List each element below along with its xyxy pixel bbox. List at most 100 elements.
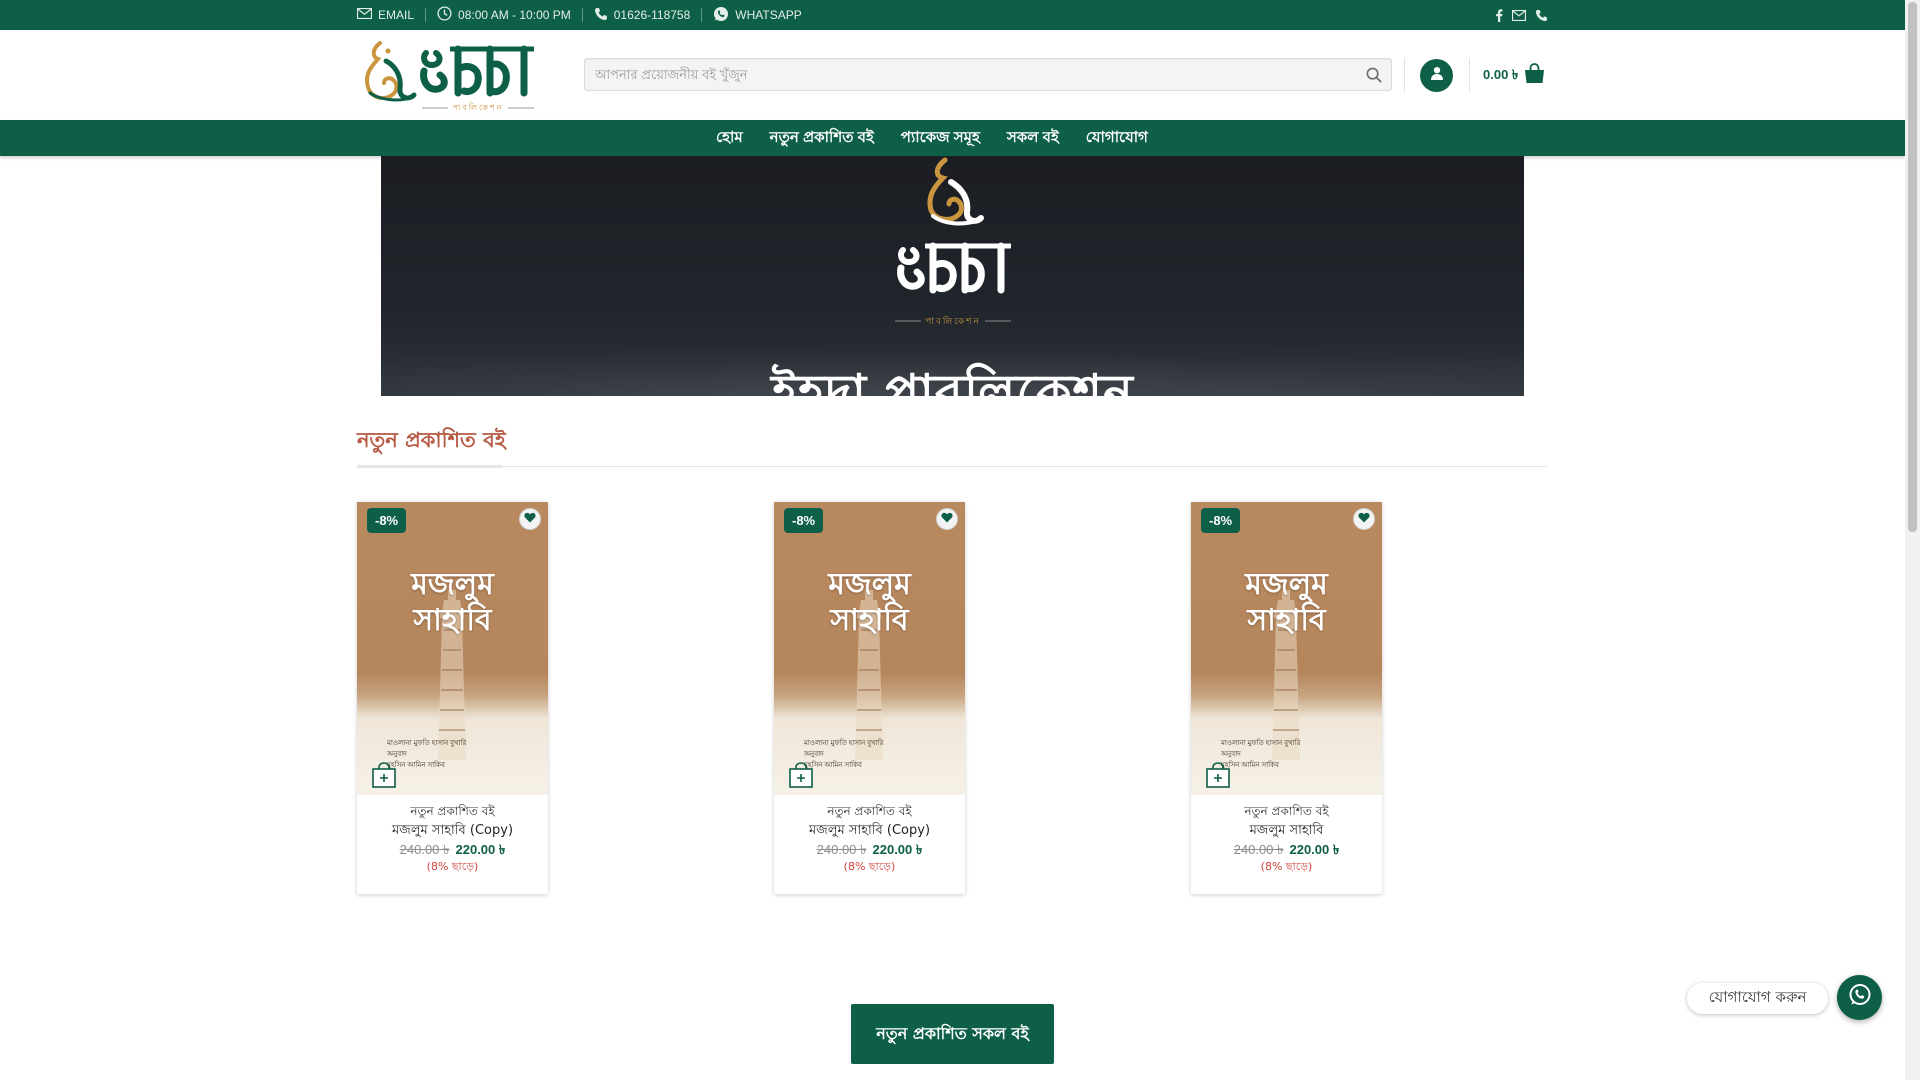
product-name[interactable]: মজলুম সাহাবি (Copy) xyxy=(357,820,548,841)
product-price: 240.00 ৳ 220.00 ৳ xyxy=(357,842,548,858)
shopping-bag-icon xyxy=(1524,63,1545,89)
product-image[interactable]: মজলুম সাহাবি মাওলানা মুফতি হাসান বুখারি … xyxy=(357,502,548,795)
product-image[interactable]: মজলুম সাহাবি মাওলানা মুফতি হাসান বুখারি … xyxy=(774,502,965,795)
whatsapp-icon xyxy=(713,6,729,25)
hero-title: ইহদা পাবলিকেশন xyxy=(771,364,1134,396)
nav-menu: হোম নতুন প্রকাশিত বই প্যাকেজ সমূহ সকল বই… xyxy=(716,120,1148,156)
cover-translator: মুহসিন আমিন সাকিব xyxy=(387,762,445,769)
cover-title-line: মজলুম xyxy=(828,567,911,602)
sale-price: 220.00 ৳ xyxy=(1289,842,1340,857)
divider xyxy=(701,8,703,22)
whatsapp-chat-label[interactable]: যোগাযোগ করুন xyxy=(1687,983,1828,1014)
nav-item-home[interactable]: হোম xyxy=(716,126,743,151)
cover-title-line: সাহাবি xyxy=(830,603,909,638)
sale-price: 220.00 ৳ xyxy=(455,842,506,857)
site-header: পাবলিকেশন 0.00 ৳ xyxy=(0,30,1905,120)
envelope-icon xyxy=(356,7,373,22)
add-to-cart-bag-icon xyxy=(372,762,396,792)
add-to-cart-button[interactable] xyxy=(1206,762,1230,788)
product-category[interactable]: নতুন প্রকাশিত বই xyxy=(1191,802,1382,820)
nav-item-contact[interactable]: যোগাযোগ xyxy=(1086,126,1148,151)
cover-title-line: সাহাবি xyxy=(413,603,492,638)
top-bar-contact: EMAIL 08:00 AM - 10:00 PM 01626-118758 W… xyxy=(356,0,802,30)
user-icon xyxy=(1430,66,1444,85)
product-price: 240.00 ৳ 220.00 ৳ xyxy=(774,842,965,858)
cover-translator: মুহসিন আমিন সাকিব xyxy=(804,762,862,769)
cover-author: মাওলানা মুফতি হাসান বুখারি xyxy=(387,740,467,747)
cover-translator: মুহসিন আমিন সাকিব xyxy=(1221,762,1279,769)
account-button[interactable] xyxy=(1420,59,1453,92)
section-divider xyxy=(357,466,1547,467)
product-image[interactable]: মজলুম সাহাবি মাওলানা মুফতি হাসান বুখারি … xyxy=(1191,502,1382,795)
cover-title: মজলুম সাহাবি xyxy=(774,567,965,639)
wishlist-button[interactable] xyxy=(1353,508,1375,530)
heart-icon xyxy=(941,510,953,528)
nav-item-packages[interactable]: প্যাকেজ সমূহ xyxy=(901,126,980,151)
sale-price: 220.00 ৳ xyxy=(872,842,923,857)
cover-title: মজলুম সাহাবি xyxy=(1191,567,1382,639)
divider xyxy=(1469,58,1470,92)
cart-total: 0.00 ৳ xyxy=(1483,66,1519,82)
product-card: মজলুম সাহাবি মাওলানা মুফতি হাসান বুখারি … xyxy=(774,502,965,894)
hours-link[interactable]: 08:00 AM - 10:00 PM xyxy=(437,6,571,24)
cover-credits: মাওলানা মুফতি হাসান বুখারি অনুবাদ মুহসিন… xyxy=(1221,738,1301,771)
old-price: 240.00 ৳ xyxy=(399,842,450,857)
product-name[interactable]: মজলুম সাহাবি xyxy=(1191,820,1382,841)
nav-item-all-books[interactable]: সকল বই xyxy=(1007,126,1059,151)
discount-note: (8% ছাড়ে) xyxy=(426,860,479,873)
facebook-icon[interactable] xyxy=(1495,8,1503,22)
product-name[interactable]: মজলুম সাহাবি (Copy) xyxy=(774,820,965,841)
old-price: 240.00 ৳ xyxy=(816,842,867,857)
search-box xyxy=(584,58,1392,91)
hero-logo-subtitle: পাবলিকেশন xyxy=(925,317,981,327)
cover-title-line: মজলুম xyxy=(1245,567,1328,602)
whatsapp-chat-button[interactable] xyxy=(1837,975,1882,1020)
discount-note: (8% ছাড়ে) xyxy=(843,860,896,873)
cover-translator-label: অনুবাদ xyxy=(804,751,824,758)
divider xyxy=(1404,58,1405,92)
product-category[interactable]: নতুন প্রকাশিত বই xyxy=(357,802,548,820)
discount-badge: -8% xyxy=(367,508,407,533)
product-card: মজলুম সাহাবি মাওলানা মুফতি হাসান বুখারি … xyxy=(1191,502,1382,894)
product-category[interactable]: নতুন প্রকাশিত বই xyxy=(774,802,965,820)
hours-label: 08:00 AM - 10:00 PM xyxy=(458,8,571,22)
discount-badge: -8% xyxy=(1201,508,1241,533)
page-scrollbar[interactable] xyxy=(1905,0,1920,1080)
wishlist-button[interactable] xyxy=(936,508,958,530)
site-logo-graphic xyxy=(365,41,534,109)
phone-link[interactable]: 01626-118758 xyxy=(594,7,690,24)
section-divider-accent xyxy=(357,465,502,468)
product-price: 240.00 ৳ 220.00 ৳ xyxy=(1191,842,1382,858)
discount-note: (8% ছাড়ে) xyxy=(1260,860,1313,873)
divider xyxy=(425,8,427,22)
scrollbar-thumb[interactable] xyxy=(1908,2,1917,532)
email-link[interactable]: EMAIL xyxy=(356,7,414,22)
site-logo[interactable]: পাবলিকেশন xyxy=(358,35,538,117)
cover-author: মাওলানা মুফতি হাসান বুখারি xyxy=(804,740,884,747)
logo-subtitle: পাবলিকেশন xyxy=(452,103,504,112)
search-icon[interactable] xyxy=(1366,67,1382,88)
search-input[interactable] xyxy=(585,59,1391,90)
heart-icon xyxy=(524,510,536,528)
cover-translator-label: অনুবাদ xyxy=(387,751,407,758)
cover-credits: মাওলানা মুফতি হাসান বুখারি অনুবাদ মুহসিন… xyxy=(804,738,884,771)
view-all-new-books-button[interactable]: নতুন প্রকাশিত সকল বই xyxy=(851,1004,1054,1064)
add-to-cart-button[interactable] xyxy=(372,762,396,788)
cart-button[interactable]: 0.00 ৳ xyxy=(1483,63,1545,89)
add-to-cart-bag-icon xyxy=(789,762,813,792)
wishlist-button[interactable] xyxy=(519,508,541,530)
discount-badge: -8% xyxy=(784,508,824,533)
add-to-cart-button[interactable] xyxy=(789,762,813,788)
whatsapp-link[interactable]: WHATSAPP xyxy=(713,6,802,25)
nav-item-new-books[interactable]: নতুন প্রকাশিত বই xyxy=(770,126,874,151)
phone-icon[interactable] xyxy=(1535,9,1548,22)
hero-logo-graphic xyxy=(895,157,1011,322)
heart-icon xyxy=(1358,510,1370,528)
cover-title: মজলুম সাহাবি xyxy=(357,567,548,639)
cover-title-line: সাহাবি xyxy=(1247,603,1326,638)
hero-banner: পাবলিকেশন ইহদা পাবলিকেশন xyxy=(381,156,1524,396)
envelope-icon[interactable] xyxy=(1512,9,1526,21)
add-to-cart-bag-icon xyxy=(1206,762,1230,792)
cover-credits: মাওলানা মুফতি হাসান বুখারি অনুবাদ মুহসিন… xyxy=(387,738,467,771)
product-info: নতুন প্রকাশিত বই মজলুম সাহাবি (Copy) 240… xyxy=(357,802,548,875)
